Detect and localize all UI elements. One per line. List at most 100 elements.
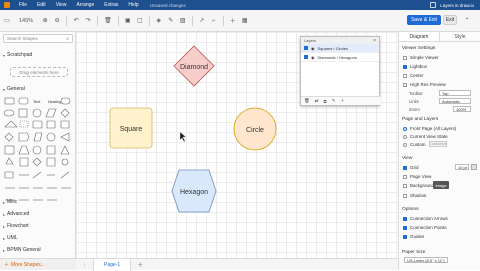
menu-arrange[interactable]: Arrange: [71, 2, 99, 8]
option-background[interactable]: Background: [403, 183, 434, 188]
layers-panel-titlebar[interactable]: Layers ×: [301, 37, 379, 44]
grid-size-input[interactable]: 10 pt: [455, 164, 469, 170]
square-shape[interactable]: Square: [109, 107, 153, 149]
checkbox-icon[interactable]: [403, 225, 407, 230]
diamond-shape[interactable]: Diamond: [173, 45, 215, 87]
shadow-icon[interactable]: ▨: [180, 16, 186, 26]
zoom-select[interactable]: 145%: [16, 16, 36, 26]
panel-toggle-icon[interactable]: ▭: [4, 16, 10, 26]
zoom-out-icon[interactable]: ⊖: [54, 16, 60, 26]
layer-row[interactable]: ◉ Diamonds / Hexagons: [301, 53, 379, 62]
toolbar-select[interactable]: Top: [439, 90, 471, 96]
waypoints-icon[interactable]: ⌐: [211, 16, 217, 26]
checkbox-icon[interactable]: [403, 165, 407, 170]
undo-icon[interactable]: ↶: [73, 16, 79, 26]
option-front-page[interactable]: Front Page (All Layers): [403, 126, 456, 131]
hexagon-shape[interactable]: Hexagon: [171, 169, 217, 213]
section-misc[interactable]: ▸ Misc: [3, 199, 17, 205]
checkbox-icon[interactable]: [403, 82, 407, 87]
tab-style[interactable]: Style: [440, 32, 480, 41]
option-lightbox[interactable]: Lightbox: [403, 64, 427, 69]
option-connection-points[interactable]: Connection Points: [403, 225, 447, 230]
table-icon[interactable]: ▦: [242, 16, 248, 26]
paper-size-select[interactable]: US-Letter (8.5" x 11"): [404, 257, 448, 263]
zoom-input[interactable]: 100%: [453, 106, 471, 112]
image-button[interactable]: Image: [433, 181, 449, 189]
close-icon[interactable]: ×: [373, 38, 379, 44]
eye-icon[interactable]: ◉: [311, 55, 315, 60]
drawio-logo: [0, 0, 14, 10]
option-connection-arrows[interactable]: Connection Arrows: [403, 216, 448, 221]
menu-edit[interactable]: Edit: [32, 2, 51, 8]
layer-row[interactable]: ◉ Squares / Circles: [301, 44, 379, 53]
insert-icon[interactable]: ＋: [230, 16, 236, 26]
search-icon[interactable]: ⌕: [66, 36, 69, 42]
collapse-toolbar-icon[interactable]: ⌃: [462, 16, 472, 24]
menu-view[interactable]: View: [51, 2, 72, 8]
checkbox-icon[interactable]: [403, 183, 407, 188]
radio-icon[interactable]: [403, 142, 407, 147]
option-current-view[interactable]: Current View State: [403, 134, 448, 139]
fill-color-icon[interactable]: ◈: [156, 16, 162, 26]
links-select[interactable]: Automatic: [439, 98, 471, 104]
search-shapes-input[interactable]: Search Shapes ⌕: [3, 34, 73, 43]
grid-color-swatch[interactable]: [471, 164, 477, 170]
delete-icon[interactable]: 🗑: [104, 16, 112, 26]
account-label[interactable]: Layers in draw.io: [440, 3, 474, 8]
delete-layer-icon[interactable]: 🗑: [304, 98, 310, 104]
to-front-icon[interactable]: ▣: [125, 16, 131, 26]
checkbox-icon[interactable]: [403, 174, 407, 179]
option-page-view[interactable]: Page View: [403, 174, 431, 179]
more-shapes-button[interactable]: ＋ More Shapes...: [0, 258, 76, 270]
general-shapes-grid[interactable]: Text Heading: [3, 96, 73, 226]
menu-help[interactable]: Help: [123, 2, 143, 8]
account-icon[interactable]: [430, 2, 437, 8]
section-scratchpad[interactable]: ▾ Scratchpad: [3, 52, 32, 58]
section-bpmn-general[interactable]: ▸ BPMN General: [3, 247, 41, 253]
menu-extras[interactable]: Extras: [99, 2, 123, 8]
add-layer-icon[interactable]: ＋: [341, 98, 346, 104]
scratchpad-dropzone[interactable]: Drag elements here: [10, 67, 68, 77]
line-color-icon[interactable]: ✎: [168, 16, 174, 26]
checkbox-icon[interactable]: [403, 234, 407, 239]
move-selection-icon[interactable]: ⇄: [315, 98, 319, 104]
checkbox-icon[interactable]: [403, 216, 407, 221]
radio-icon[interactable]: [403, 126, 407, 131]
save-status[interactable]: Unsaved changes: [150, 3, 186, 8]
circle-shape[interactable]: Circle: [233, 107, 277, 151]
connection-icon[interactable]: ↗: [199, 16, 205, 26]
customize-button[interactable]: Customize: [429, 141, 447, 147]
checkbox-icon[interactable]: [403, 55, 407, 60]
checkbox-icon[interactable]: [304, 55, 308, 59]
section-advanced[interactable]: ▸ Advanced: [3, 211, 29, 217]
eye-icon[interactable]: ◉: [311, 46, 315, 51]
section-general[interactable]: ▾ General: [3, 86, 25, 92]
option-custom[interactable]: Custom: [403, 142, 426, 147]
checkbox-icon[interactable]: [403, 64, 407, 69]
option-simple-viewer[interactable]: Simple Viewer: [403, 55, 439, 60]
save-exit-button[interactable]: Save & Exit: [407, 15, 441, 25]
menu-file[interactable]: File: [14, 2, 32, 8]
option-shadow[interactable]: Shadow: [403, 193, 426, 198]
to-back-icon[interactable]: ▢: [137, 16, 143, 26]
page-tab[interactable]: Page-1: [93, 258, 132, 271]
checkbox-icon[interactable]: [304, 46, 308, 50]
section-flowchart[interactable]: ▸ Flowchart: [3, 223, 29, 229]
checkbox-icon[interactable]: [403, 193, 407, 198]
option-center[interactable]: Center: [403, 73, 424, 78]
checkbox-icon[interactable]: [403, 73, 407, 78]
zoom-in-icon[interactable]: ⊕: [42, 16, 48, 26]
tab-diagram[interactable]: Diagram: [399, 32, 440, 41]
add-page-icon[interactable]: ＋: [131, 260, 143, 269]
duplicate-layer-icon[interactable]: ⧉: [324, 99, 327, 104]
exit-button[interactable]: Exit: [443, 15, 457, 25]
option-grid[interactable]: Grid: [403, 165, 419, 170]
pages-menu-icon[interactable]: ⋮: [76, 262, 93, 268]
radio-icon[interactable]: [403, 134, 407, 139]
edit-layer-icon[interactable]: ✎: [332, 98, 336, 104]
section-uml[interactable]: ▸ UML: [3, 235, 18, 241]
option-high-res[interactable]: High Res Preview: [403, 82, 446, 87]
option-guides[interactable]: Guides: [403, 234, 424, 239]
redo-icon[interactable]: ↷: [85, 16, 91, 26]
layers-panel[interactable]: Layers × ◉ Squares / Circles ◉ Diamonds …: [300, 36, 381, 106]
